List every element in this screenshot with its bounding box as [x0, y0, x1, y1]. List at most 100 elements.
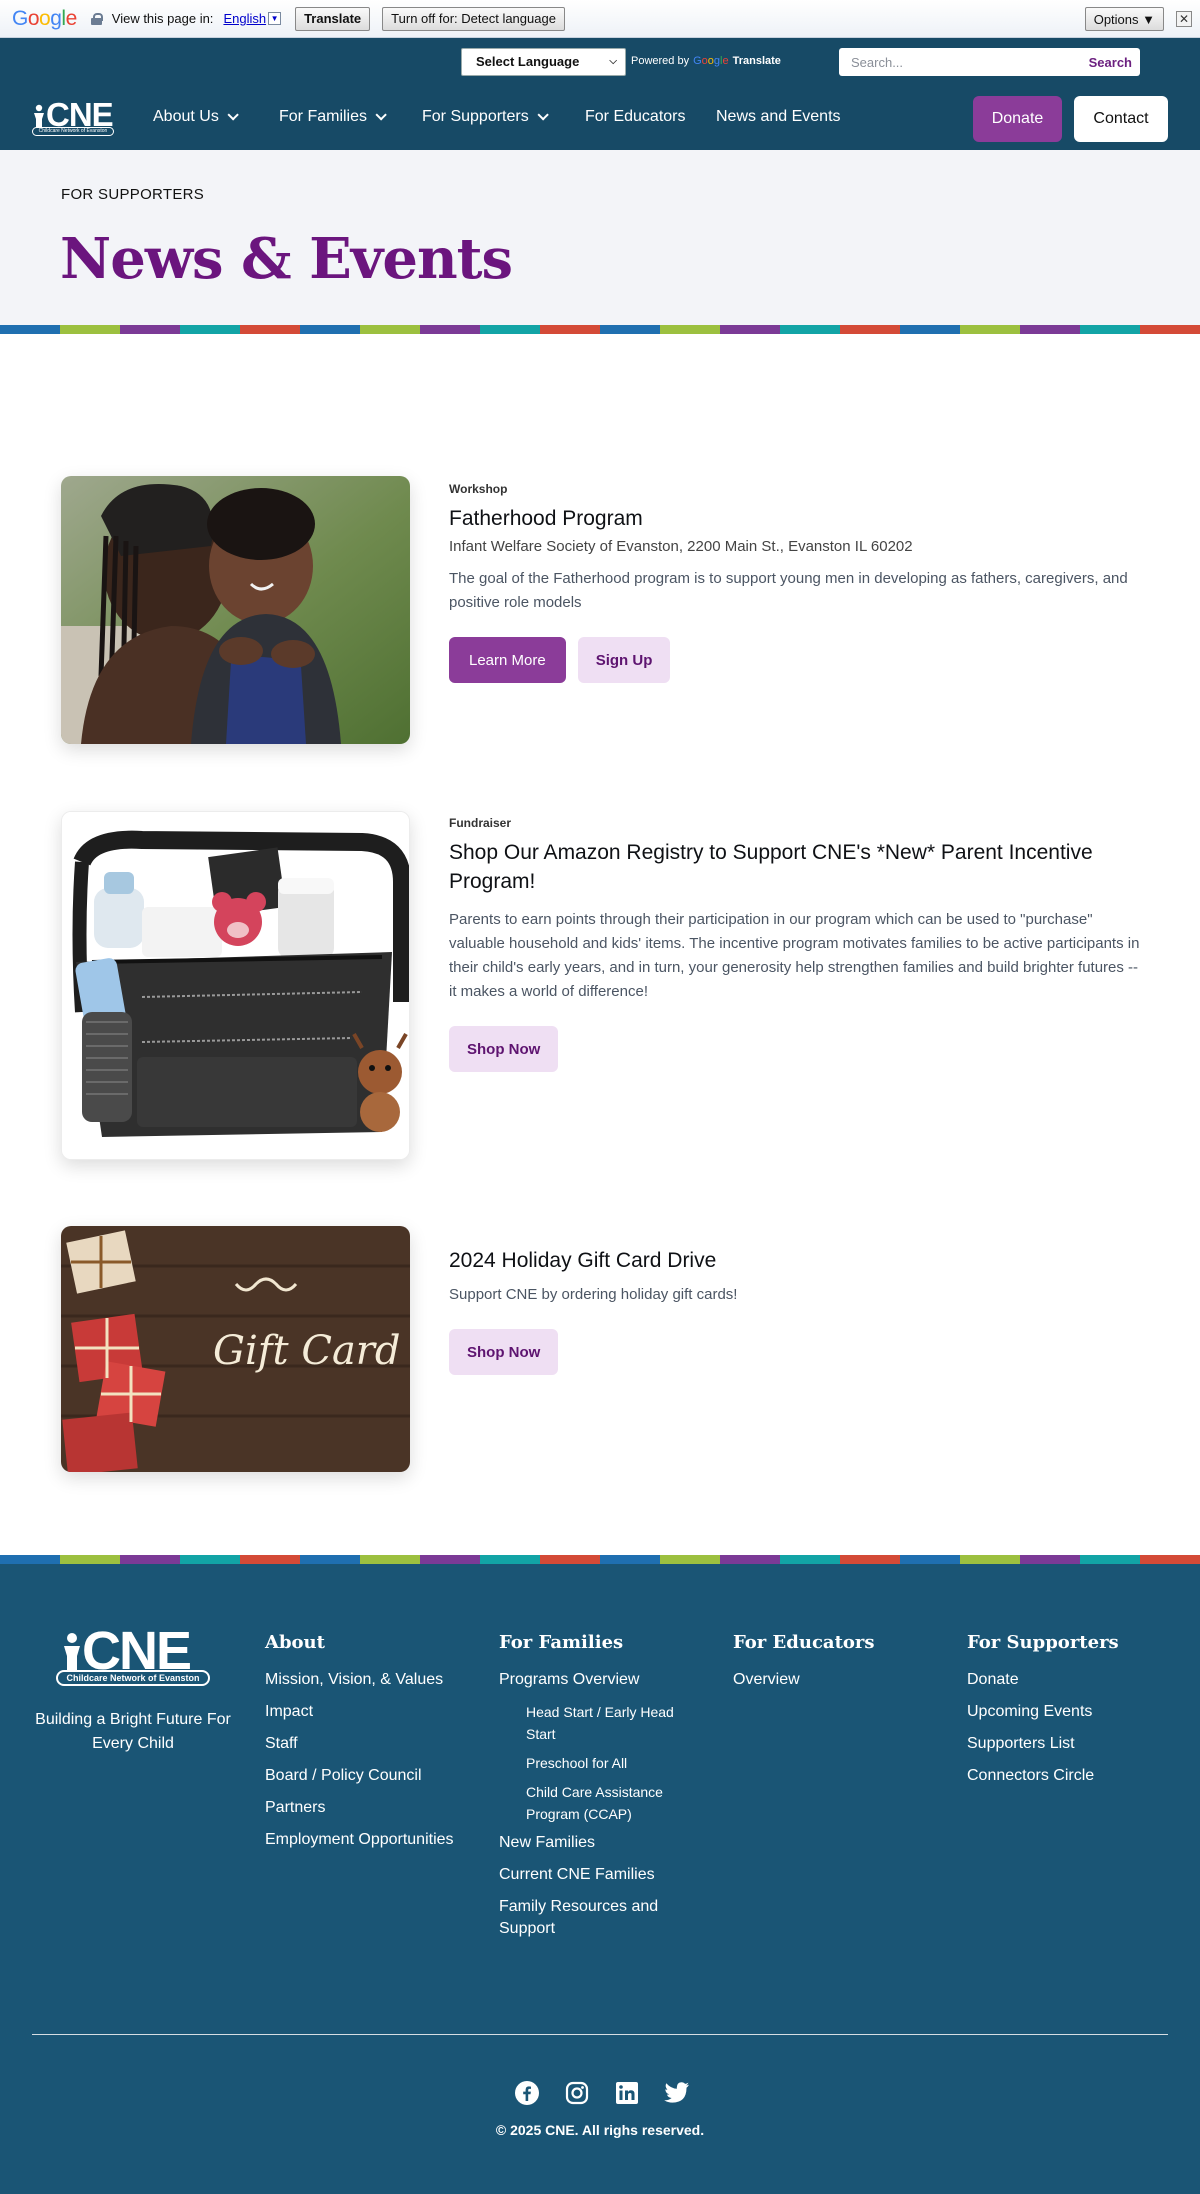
color-strip-segment	[1140, 1555, 1200, 1564]
color-strip-segment	[1020, 1555, 1080, 1564]
color-strip-segment	[1080, 325, 1140, 334]
color-strip-segment	[180, 325, 240, 334]
color-strip-segment	[600, 1555, 660, 1564]
close-icon[interactable]: ✕	[1176, 11, 1192, 27]
language-dropdown-icon[interactable]: ▼	[268, 12, 282, 25]
nav-label: For Supporters	[422, 108, 529, 125]
contact-button[interactable]: Contact	[1074, 96, 1168, 142]
color-strip-segment	[1140, 325, 1200, 334]
translate-prompt: View this page in:	[111, 11, 214, 26]
footer-link[interactable]: Employment Opportunities	[265, 1829, 475, 1851]
footer-column-supporters: For Supporters Donate Upcoming Events Su…	[967, 1632, 1167, 1797]
footer-link[interactable]: Mission, Vision, & Values	[265, 1669, 475, 1691]
color-strip-segment	[1080, 1555, 1140, 1564]
color-strip-segment	[120, 325, 180, 334]
color-strip-segment	[360, 1555, 420, 1564]
main-navigation: CNE Childcare Network of Evanston About …	[0, 88, 1200, 150]
fatherhood-program-image	[61, 476, 410, 744]
color-strip-segment	[840, 1555, 900, 1564]
color-strip-segment	[600, 325, 660, 334]
footer-link[interactable]: Partners	[265, 1797, 475, 1819]
sign-up-button[interactable]: Sign Up	[577, 637, 671, 683]
nav-news-and-events[interactable]: News and Events	[716, 108, 841, 126]
footer-link[interactable]: Impact	[265, 1701, 475, 1723]
search-button[interactable]: Search	[1089, 55, 1140, 70]
select-language-dropdown[interactable]: Select Language ⌵	[461, 48, 626, 76]
footer-link[interactable]: Board / Policy Council	[265, 1765, 475, 1787]
color-strip-bottom	[0, 1555, 1200, 1564]
footer-link[interactable]: Family Resources and Support	[499, 1896, 689, 1940]
color-strip-segment	[900, 1555, 960, 1564]
shop-now-button[interactable]: Shop Now	[449, 1026, 559, 1072]
nav-for-supporters[interactable]: For Supporters	[422, 108, 549, 126]
facebook-icon[interactable]	[514, 2080, 540, 2106]
nav-for-educators[interactable]: For Educators	[585, 108, 685, 126]
color-strip-segment	[120, 1555, 180, 1564]
footer-link[interactable]: Staff	[265, 1733, 475, 1755]
color-strip-segment	[720, 1555, 780, 1564]
footer-link[interactable]: New Families	[499, 1832, 689, 1854]
color-strip-segment	[0, 1555, 60, 1564]
color-strip-segment	[360, 325, 420, 334]
footer-logo-subtitle: Childcare Network of Evanston	[56, 1670, 210, 1686]
page-title: News & Events	[60, 226, 513, 292]
footer-heading: For Educators	[733, 1632, 875, 1653]
footer-heading: About	[265, 1632, 325, 1653]
color-strip-segment	[0, 325, 60, 334]
father-and-child-photo	[61, 476, 410, 744]
amazon-registry-image	[61, 811, 410, 1160]
nav-for-families[interactable]: For Families	[279, 108, 387, 126]
child-figure-icon	[64, 1633, 80, 1670]
breadcrumb: FOR SUPPORTERS	[61, 186, 205, 203]
color-strip-segment	[540, 1555, 600, 1564]
social-links	[514, 2080, 690, 2106]
translate-language-link[interactable]: English	[223, 11, 266, 26]
options-button[interactable]: Options ▼	[1084, 7, 1164, 31]
footer-cne-logo[interactable]: CNE Childcare Network of Evanston	[56, 1621, 210, 1686]
footer-column-about: About Mission, Vision, & Values Impact S…	[265, 1632, 475, 1861]
chevron-down-icon	[375, 109, 387, 121]
search-input[interactable]	[839, 49, 1089, 75]
donate-button[interactable]: Donate	[973, 96, 1062, 142]
twitter-icon[interactable]	[664, 2080, 690, 2106]
footer-link[interactable]: Upcoming Events	[967, 1701, 1167, 1723]
lock-icon	[90, 12, 103, 25]
logo-subtitle: Childcare Network of Evanston	[32, 127, 114, 136]
nav-about-us[interactable]: About Us	[153, 108, 239, 126]
footer-link[interactable]: Connectors Circle	[967, 1765, 1167, 1787]
site-footer: CNE Childcare Network of Evanston Buildi…	[0, 1564, 1200, 2194]
event-title[interactable]: Shop Our Amazon Registry to Support CNE'…	[449, 838, 1149, 896]
color-strip-segment	[960, 325, 1020, 334]
footer-link[interactable]: Donate	[967, 1669, 1167, 1691]
footer-sub-link[interactable]: Preschool for All	[526, 1752, 689, 1774]
footer-sub-link[interactable]: Head Start / Early Head Start	[526, 1701, 689, 1745]
footer-sub-link[interactable]: Child Care Assistance Program (CCAP)	[526, 1781, 689, 1825]
shop-now-button[interactable]: Shop Now	[449, 1329, 559, 1375]
powered-by-label: Powered by	[631, 55, 690, 67]
footer-link[interactable]: Overview	[733, 1669, 923, 1691]
footer-link[interactable]: Current CNE Families	[499, 1864, 689, 1886]
footer-divider	[32, 2034, 1168, 2035]
event-card-amazon-registry: Fundraiser Shop Our Amazon Registry to S…	[449, 816, 1149, 1072]
cne-logo[interactable]: CNE Childcare Network of Evanston	[32, 96, 114, 136]
google-mini-logo: Google	[693, 55, 729, 67]
linkedin-icon[interactable]	[614, 2080, 640, 2106]
turn-off-button[interactable]: Turn off for: Detect language	[382, 6, 565, 31]
event-title[interactable]: Fatherhood Program	[449, 504, 1149, 533]
nav-label: For Families	[279, 108, 368, 125]
event-card-fatherhood: Workshop Fatherhood Program Infant Welfa…	[449, 482, 1149, 683]
color-strip-segment	[60, 325, 120, 334]
translate-button[interactable]: Translate	[295, 6, 371, 31]
gift-card-text: Gift Card	[213, 1328, 401, 1374]
color-strip-top	[0, 325, 1200, 334]
learn-more-button[interactable]: Learn More	[449, 637, 566, 683]
footer-link[interactable]: Programs Overview	[499, 1669, 689, 1691]
event-description: Parents to earn points through their par…	[449, 911, 1140, 1000]
color-strip-segment	[780, 325, 840, 334]
footer-link[interactable]: Supporters List	[967, 1733, 1167, 1755]
color-strip-segment	[660, 1555, 720, 1564]
footer-heading: For Supporters	[967, 1632, 1119, 1653]
instagram-icon[interactable]	[564, 2080, 590, 2106]
event-title[interactable]: 2024 Holiday Gift Card Drive	[449, 1246, 1149, 1275]
event-description: The goal of the Fatherhood program is to…	[449, 570, 1128, 611]
